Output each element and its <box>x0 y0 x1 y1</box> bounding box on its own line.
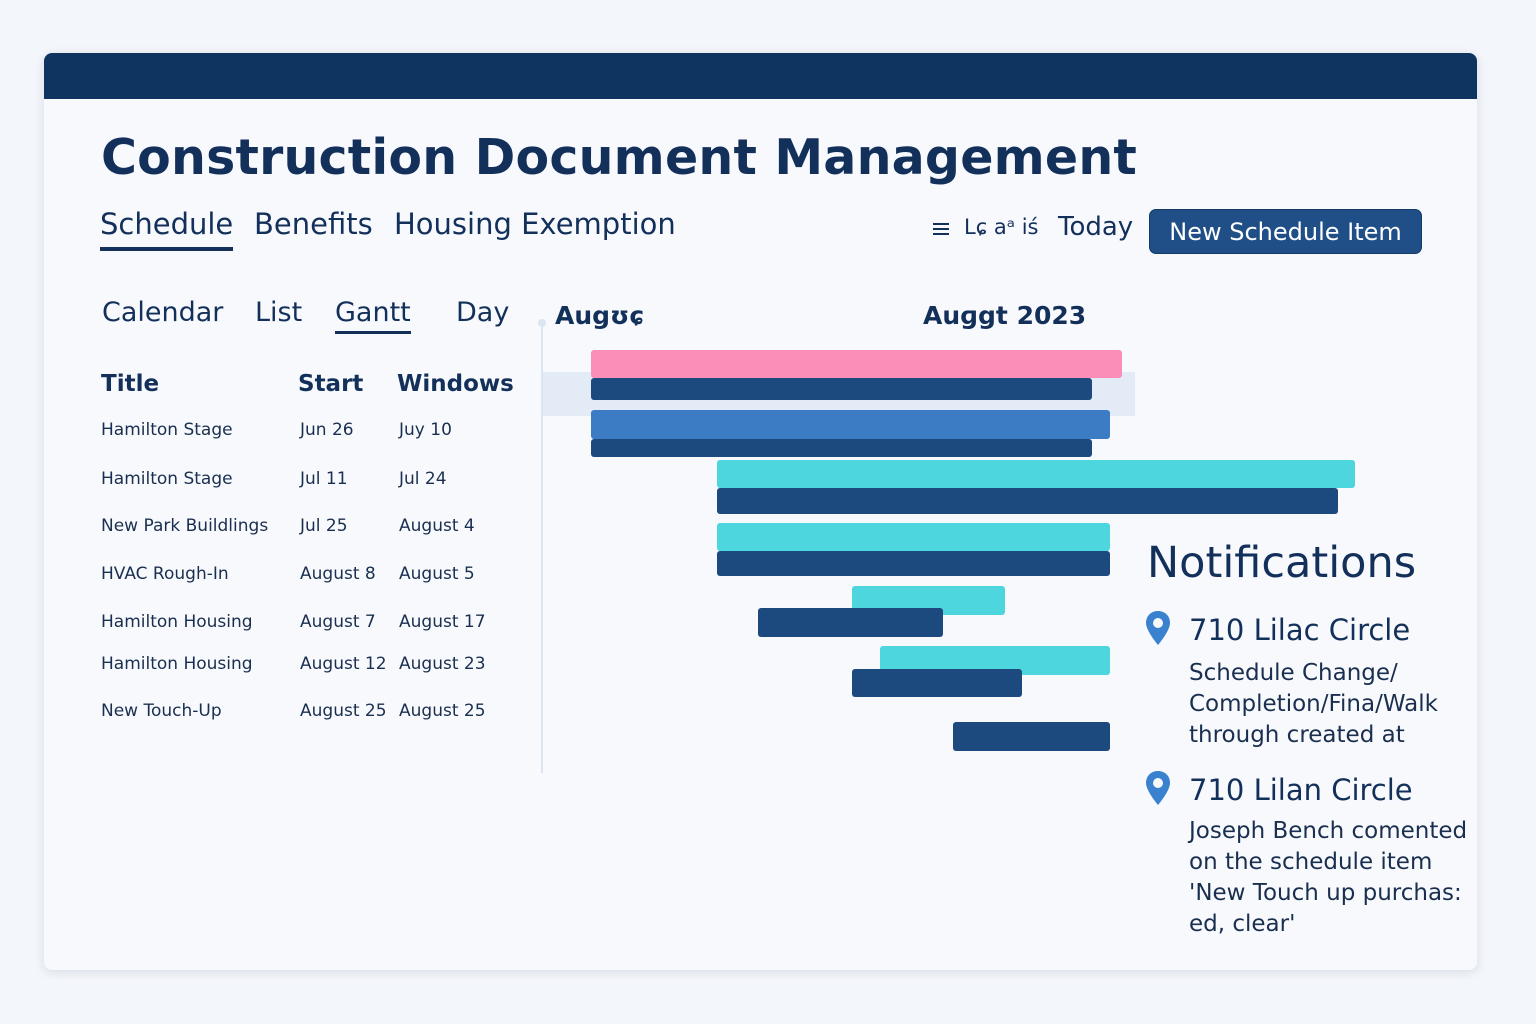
gantt-bar[interactable] <box>758 608 943 637</box>
view-tab-list[interactable]: List <box>255 297 302 331</box>
gantt-bar[interactable] <box>591 410 1110 439</box>
row-start: August 12 <box>300 654 387 674</box>
row-start: August 7 <box>300 612 376 632</box>
row-start: August 25 <box>300 701 387 721</box>
view-tab-gantt[interactable]: Gantt <box>335 297 411 334</box>
row-end: August 23 <box>399 654 486 674</box>
row-end: Juy 10 <box>399 420 452 440</box>
location-pin-icon <box>1146 771 1170 805</box>
row-end: August 4 <box>399 516 475 536</box>
column-header-start: Start <box>298 371 364 397</box>
page-title: Construction Document Management <box>101 129 1138 186</box>
gantt-bar[interactable] <box>852 669 1022 697</box>
row-title[interactable]: HVAC Rough-In <box>101 564 229 584</box>
gantt-bar[interactable] <box>717 551 1110 576</box>
list-icon[interactable] <box>933 223 949 239</box>
tab-benefits[interactable]: Benefits <box>254 207 373 247</box>
notification-heading: 710 Lilac Circle <box>1189 613 1411 647</box>
row-title[interactable]: New Park Buildlings <box>101 516 268 536</box>
gantt-bar[interactable] <box>717 488 1338 514</box>
notification-body: Schedule Change/ Completion/Fina/Walk th… <box>1189 660 1438 748</box>
legend-label[interactable]: Lɕ aᵃ iś <box>964 215 1038 239</box>
month-label-center: Auɡgt 2023 <box>923 301 1087 330</box>
row-end: Jul 24 <box>399 469 447 489</box>
gantt-bar[interactable] <box>591 350 1122 378</box>
row-title[interactable]: Hamilton Housing <box>101 612 253 632</box>
column-header-windows: Windows <box>397 371 514 397</box>
row-end: August 25 <box>399 701 486 721</box>
gantt-bar[interactable] <box>591 439 1092 457</box>
row-title[interactable]: Hamilton Stage <box>101 469 233 489</box>
gantt-bar[interactable] <box>717 523 1110 551</box>
notification-heading: 710 Lilan Circle <box>1189 773 1413 807</box>
row-end: August 17 <box>399 612 486 632</box>
view-tab-day[interactable]: Day <box>456 297 509 331</box>
gantt-bar[interactable] <box>717 460 1355 488</box>
row-title[interactable]: Hamilton Housing <box>101 654 253 674</box>
row-end: August 5 <box>399 564 475 584</box>
main-panel: Construction Document Management Schedul… <box>44 53 1477 970</box>
notifications-title: Notifications <box>1147 538 1417 588</box>
today-button[interactable]: Today <box>1058 212 1133 242</box>
gantt-bar[interactable] <box>591 378 1092 400</box>
view-tab-calendar[interactable]: Calendar <box>102 297 223 331</box>
top-header-bar <box>44 53 1477 99</box>
tab-housing-exemption[interactable]: Housing Exemption <box>394 207 676 247</box>
tab-schedule[interactable]: Schedule <box>100 207 234 251</box>
row-start: August 8 <box>300 564 376 584</box>
row-start: Jul 11 <box>300 469 348 489</box>
row-title[interactable]: Hamilton Stage <box>101 420 233 440</box>
row-start: Jun 26 <box>300 420 354 440</box>
row-start: Jul 25 <box>300 516 348 536</box>
gantt-bar[interactable] <box>953 722 1110 751</box>
new-schedule-item-button[interactable]: New Schedule Item <box>1149 209 1422 254</box>
row-title[interactable]: New Touch-Up <box>101 701 222 721</box>
notification-body: Joseph Bench comented on the schedule it… <box>1189 818 1468 937</box>
location-pin-icon <box>1146 611 1170 645</box>
month-label-left: Augʊɕ <box>555 301 645 330</box>
column-header-title: Title <box>101 371 160 397</box>
